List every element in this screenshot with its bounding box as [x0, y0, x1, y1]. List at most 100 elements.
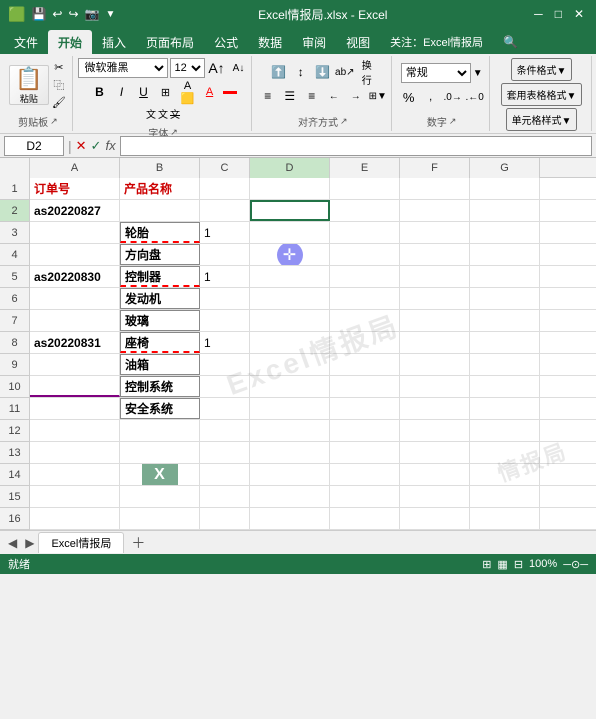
- cell-f14[interactable]: [400, 464, 470, 485]
- row-header-9[interactable]: 9: [0, 354, 30, 376]
- cancel-formula-icon[interactable]: ✕: [76, 138, 87, 154]
- cell-c15[interactable]: [200, 486, 250, 507]
- tab-page-layout[interactable]: 页面布局: [136, 30, 204, 54]
- row-header-4[interactable]: 4: [0, 244, 30, 266]
- percent-button[interactable]: %: [399, 87, 419, 107]
- cell-b14[interactable]: X: [120, 464, 200, 485]
- increase-indent-button[interactable]: →: [346, 86, 366, 106]
- align-middle-button[interactable]: ↕: [291, 62, 311, 82]
- cell-g5[interactable]: [470, 266, 540, 287]
- copy-button[interactable]: ⿻: [51, 76, 67, 94]
- align-top-button[interactable]: ⬆️: [269, 62, 289, 82]
- cell-f1[interactable]: [400, 178, 470, 199]
- cell-d10[interactable]: [250, 376, 330, 397]
- tab-view[interactable]: 视图: [336, 30, 380, 54]
- cell-b9[interactable]: 油箱: [120, 354, 200, 375]
- row-header-1[interactable]: 1: [0, 178, 30, 200]
- view-normal-icon[interactable]: ⊞: [482, 558, 491, 571]
- row-header-15[interactable]: 15: [0, 486, 30, 508]
- cell-c6[interactable]: [200, 288, 250, 309]
- cell-g11[interactable]: [470, 398, 540, 419]
- row-header-6[interactable]: 6: [0, 288, 30, 310]
- cell-d12[interactable]: [250, 420, 330, 441]
- row-header-5[interactable]: 5: [0, 266, 30, 288]
- cell-a3[interactable]: [30, 222, 120, 243]
- cell-d11[interactable]: [250, 398, 330, 419]
- cell-a16[interactable]: [30, 508, 120, 529]
- cell-e10[interactable]: [330, 376, 400, 397]
- cell-c7[interactable]: [200, 310, 250, 331]
- cell-a11[interactable]: [30, 398, 120, 419]
- cell-d1[interactable]: [250, 178, 330, 199]
- cell-g14[interactable]: [470, 464, 540, 485]
- row-header-7[interactable]: 7: [0, 310, 30, 332]
- cell-d13[interactable]: [250, 442, 330, 463]
- number-format-select[interactable]: 常规: [401, 63, 471, 83]
- cell-e16[interactable]: [330, 508, 400, 529]
- sheet-nav-right[interactable]: ▶: [21, 536, 38, 550]
- cell-a10[interactable]: [30, 376, 120, 397]
- zoom-slider[interactable]: ─⊙─: [563, 558, 588, 571]
- cell-a2[interactable]: as20220827: [30, 200, 120, 221]
- cell-e13[interactable]: [330, 442, 400, 463]
- cell-b13[interactable]: [120, 442, 200, 463]
- cell-b12[interactable]: [120, 420, 200, 441]
- cell-c1[interactable]: [200, 178, 250, 199]
- minimize-icon[interactable]: ─: [530, 7, 547, 21]
- cell-b11[interactable]: 安全系统: [120, 398, 200, 419]
- tab-search[interactable]: 🔍: [493, 30, 528, 54]
- cell-d6[interactable]: [250, 288, 330, 309]
- cell-e8[interactable]: [330, 332, 400, 353]
- cell-c13[interactable]: [200, 442, 250, 463]
- cell-b1[interactable]: 产品名称: [120, 178, 200, 199]
- text-angle-button[interactable]: ab↗: [335, 62, 355, 82]
- cell-f16[interactable]: [400, 508, 470, 529]
- cell-a6[interactable]: [30, 288, 120, 309]
- comma-button[interactable]: ,: [421, 87, 441, 107]
- maximize-icon[interactable]: □: [551, 7, 566, 21]
- row-header-10[interactable]: 10: [0, 376, 30, 398]
- decrease-indent-button[interactable]: ←: [324, 86, 344, 106]
- cell-f4[interactable]: [400, 244, 470, 265]
- col-header-f[interactable]: F: [400, 158, 470, 178]
- cell-d7[interactable]: [250, 310, 330, 331]
- cell-f10[interactable]: [400, 376, 470, 397]
- cell-b5[interactable]: 控制器: [120, 266, 200, 287]
- format-painter-button[interactable]: 🖌: [51, 95, 67, 110]
- tab-formula[interactable]: 公式: [204, 30, 248, 54]
- number-format-expand-icon[interactable]: ▼: [473, 68, 483, 79]
- cell-g16[interactable]: [470, 508, 540, 529]
- row-header-2[interactable]: 2: [0, 200, 30, 222]
- number-expand-icon[interactable]: ↗: [449, 116, 457, 127]
- cell-c2[interactable]: [200, 200, 250, 221]
- align-center-button[interactable]: ☰: [280, 86, 300, 106]
- cell-e1[interactable]: [330, 178, 400, 199]
- undo-icon[interactable]: ↩: [52, 7, 62, 21]
- confirm-formula-icon[interactable]: ✓: [91, 138, 102, 154]
- cell-e9[interactable]: [330, 354, 400, 375]
- cell-f12[interactable]: [400, 420, 470, 441]
- sheet-tab-excel[interactable]: Excel情报局: [38, 532, 124, 553]
- cell-e7[interactable]: [330, 310, 400, 331]
- align-expand-icon[interactable]: ↗: [340, 116, 348, 127]
- cell-g10[interactable]: [470, 376, 540, 397]
- cell-e12[interactable]: [330, 420, 400, 441]
- cell-d3[interactable]: [250, 222, 330, 243]
- cell-g1[interactable]: [470, 178, 540, 199]
- view-break-icon[interactable]: ⊟: [514, 558, 523, 571]
- cell-f15[interactable]: [400, 486, 470, 507]
- cell-g12[interactable]: [470, 420, 540, 441]
- tab-file[interactable]: 文件: [4, 30, 48, 54]
- cell-g2[interactable]: [470, 200, 540, 221]
- save-icon[interactable]: 💾: [31, 7, 46, 21]
- italic-button[interactable]: I: [112, 82, 132, 102]
- redo-icon[interactable]: ↪: [68, 7, 78, 21]
- cell-b16[interactable]: [120, 508, 200, 529]
- font-color-button[interactable]: A: [200, 82, 220, 102]
- cell-f9[interactable]: [400, 354, 470, 375]
- cell-f6[interactable]: [400, 288, 470, 309]
- merge-button[interactable]: ⊞▼: [368, 86, 388, 106]
- cell-styles-button[interactable]: 单元格样式▼: [506, 108, 578, 131]
- cell-reference-input[interactable]: [4, 136, 64, 156]
- cell-e2[interactable]: [330, 200, 400, 221]
